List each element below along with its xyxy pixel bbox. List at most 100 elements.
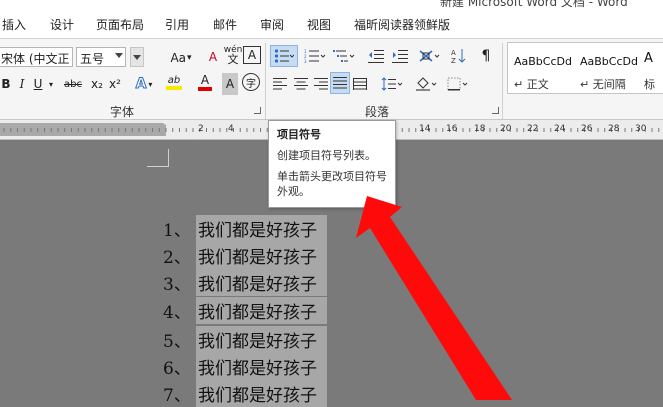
ruler-number: 18 — [474, 124, 486, 134]
font-size-combo[interactable]: 五号 — [76, 47, 126, 67]
window-title: 新建 Microsoft Word 文档 - Word — [440, 0, 628, 8]
align-left-button[interactable] — [270, 73, 290, 95]
font-name-value: 宋体 (中文正 — [1, 52, 70, 66]
list-item[interactable]: 1、 我们都是好孩子 — [163, 215, 327, 242]
align-left-icon — [273, 78, 287, 90]
styles-gallery: AaBbCcDd ↵ 正文 AaBbCcDd ↵ 无间隔 A 标 — [507, 42, 663, 94]
group-divider — [502, 43, 503, 119]
list-item[interactable]: 7、 我们都是好孩子 — [163, 380, 327, 407]
svg-text:3: 3 — [304, 59, 307, 63]
tab-design[interactable]: 设计 — [50, 16, 74, 33]
show-marks-button[interactable]: ¶ — [476, 45, 496, 67]
style-preview: A — [644, 51, 653, 66]
font-color-icon: A — [200, 73, 210, 87]
svg-text:Z: Z — [451, 57, 456, 64]
text-effect-button[interactable]: A ▾ — [130, 73, 158, 95]
line-spacing-button[interactable] — [378, 73, 406, 95]
list-text: 我们都是好孩子 — [196, 297, 327, 324]
char-shading-button[interactable]: A — [222, 73, 238, 95]
tab-foxit[interactable]: 福昕阅读器领鲜版 — [354, 16, 450, 33]
list-item[interactable]: 6、 我们都是好孩子 — [163, 353, 327, 380]
ruler-number: 14 — [419, 124, 431, 134]
font-dialog-launcher-icon[interactable] — [254, 107, 261, 114]
tooltip-description: 创建项目符号列表。 — [277, 149, 376, 162]
font-color-button[interactable]: A — [192, 71, 218, 93]
first-line-indent-marker[interactable] — [161, 120, 169, 125]
list-item[interactable]: 2、 我们都是好孩子 — [163, 242, 327, 269]
tab-insert[interactable]: 插入 — [2, 16, 26, 33]
hanging-indent-marker[interactable] — [192, 134, 200, 139]
group-divider — [265, 43, 266, 119]
decrease-indent-button[interactable] — [366, 45, 386, 67]
chevron-down-icon — [115, 53, 123, 58]
bold-button[interactable]: B — [0, 73, 12, 95]
font-size-value: 五号 — [80, 52, 105, 66]
bullets-tooltip: 项目符号 创建项目符号列表。 单击箭头更改项目符号 外观。 — [268, 120, 396, 208]
subscript-icon: x₂ — [91, 77, 103, 91]
title-bar: 新建 Microsoft Word 文档 - Word — [0, 0, 663, 8]
list-item[interactable]: 3、 我们都是好孩子 — [163, 269, 327, 296]
list-item[interactable]: 4、 我们都是好孩子 — [163, 297, 327, 324]
italic-button[interactable]: I — [14, 73, 30, 95]
list-item[interactable]: 5、 我们都是好孩子 — [163, 326, 327, 353]
highlight-icon: ab — [167, 74, 181, 86]
style-normal[interactable]: AaBbCcDd ↵ 正文 — [508, 43, 574, 93]
sort-button[interactable]: AZ — [448, 45, 470, 67]
underline-dropdown[interactable]: ▾ — [46, 73, 56, 95]
align-right-button[interactable] — [311, 73, 331, 95]
bold-icon: B — [1, 77, 11, 91]
style-no-spacing[interactable]: AaBbCcDd ↵ 无间隔 — [574, 43, 640, 93]
char-border-button[interactable]: A — [243, 46, 261, 64]
line-spacing-icon — [381, 77, 403, 91]
char-border-icon: A — [247, 48, 257, 62]
chevron-down-icon — [133, 54, 141, 60]
underline-button[interactable]: U — [30, 73, 46, 95]
tooltip-hint-cont: 外观。 — [277, 185, 310, 198]
borders-button[interactable] — [444, 73, 472, 95]
tab-review[interactable]: 审阅 — [260, 16, 284, 33]
shading-button[interactable] — [412, 73, 440, 95]
change-case-button[interactable]: Aa ▾ — [166, 47, 196, 69]
multilevel-list-button[interactable] — [330, 45, 358, 67]
list-text: 我们都是好孩子 — [196, 215, 327, 242]
bullets-button[interactable] — [270, 45, 298, 67]
ribbon: 宋体 (中文正 五号 Aa ▾ A wén 文 A B I U ▾ abc x₂ x… — [0, 38, 663, 120]
style-heading[interactable]: A 标 — [640, 43, 663, 93]
clear-format-button[interactable]: A — [204, 46, 222, 68]
paragraph-dialog-launcher-icon[interactable] — [492, 107, 499, 114]
align-center-button[interactable] — [291, 73, 311, 95]
enclose-char-icon: 字 — [246, 78, 256, 90]
list-number: 1、 — [163, 221, 191, 241]
align-center-icon — [294, 78, 308, 90]
tab-references[interactable]: 引用 — [165, 16, 189, 33]
list-text: 我们都是好孩子 — [196, 353, 327, 380]
list-number: 6、 — [163, 359, 191, 379]
italic-icon: I — [19, 77, 25, 91]
font-name-combo[interactable]: 宋体 (中文正 — [0, 47, 73, 67]
justify-button[interactable] — [330, 72, 350, 94]
style-preview: AaBbCcDd — [580, 55, 638, 68]
page-corner-mark — [147, 149, 169, 167]
superscript-button[interactable]: x² — [106, 73, 124, 95]
borders-icon — [447, 77, 468, 91]
font-size-dropdown-button[interactable] — [130, 47, 144, 67]
list-text: 我们都是好孩子 — [196, 326, 327, 353]
list-number: 4、 — [163, 303, 191, 323]
list-number: 7、 — [163, 386, 191, 406]
strikethrough-button[interactable]: abc — [60, 73, 86, 95]
tab-mailings[interactable]: 邮件 — [213, 16, 237, 33]
char-shading-icon: A — [225, 77, 235, 91]
numbering-button[interactable]: 123 — [302, 45, 328, 67]
bullets-icon — [274, 49, 294, 63]
enclose-char-button[interactable]: 字 — [242, 73, 260, 91]
list-number: 2、 — [163, 248, 191, 268]
increase-indent-button[interactable] — [390, 45, 410, 67]
distributed-button[interactable] — [350, 73, 370, 95]
highlight-button[interactable]: ab — [160, 71, 188, 93]
asian-layout-button[interactable] — [416, 45, 442, 67]
tab-layout[interactable]: 页面布局 — [96, 16, 144, 33]
subscript-button[interactable]: x₂ — [88, 73, 106, 95]
text-effect-icon: A — [135, 76, 147, 93]
phonetic-guide-button[interactable]: wén 文 — [224, 44, 243, 66]
tab-view[interactable]: 视图 — [307, 16, 331, 33]
